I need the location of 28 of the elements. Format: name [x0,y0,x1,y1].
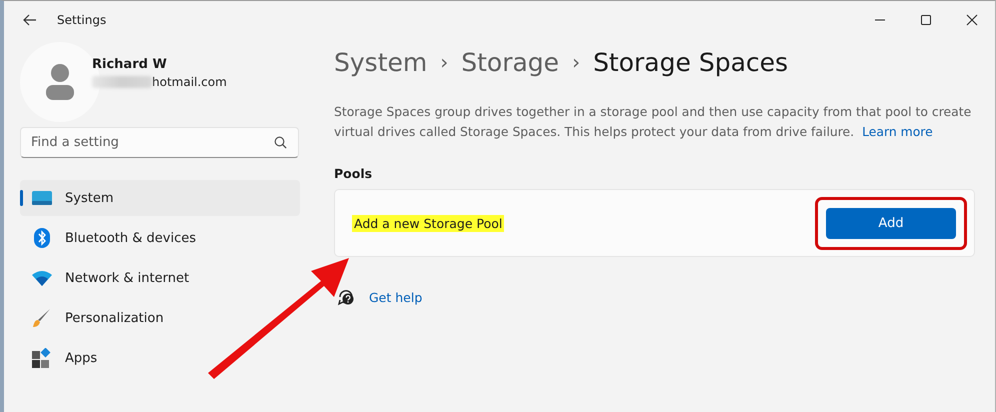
paintbrush-icon [32,308,52,328]
nav-item[interactable]: Personalization [20,300,300,336]
get-help-link[interactable]: Get help [369,290,422,304]
search-icon[interactable] [274,136,287,149]
chevron-icon: › [572,50,580,74]
nav-item[interactable]: Network & internet [20,260,300,296]
monitor-icon [32,190,52,206]
account-email: hotmail.com [152,75,227,89]
back-arrow-icon[interactable] [22,12,38,28]
window-title: Settings [57,13,106,27]
bluetooth-icon [34,228,50,248]
apps-icon [32,348,52,368]
learn-more-link[interactable]: Learn more [862,124,933,139]
search-field[interactable]: Find a setting [20,127,299,158]
chevron-icon: › [440,50,448,74]
description-text: Storage Spaces group drives together in a storage pool and then use capacity from that pool to create virtual drives called Storage Spaces. This helps protect your data from drive failure. Learn more [334,103,972,141]
add-button[interactable]: Add [826,208,956,238]
section-heading: Pools [334,166,374,181]
nav-item[interactable]: Bluetooth & devices [20,220,300,256]
nav-item[interactable]: System [20,180,300,216]
breadcrumb-item[interactable]: Storage [461,48,560,76]
account-name: Richard W [92,57,168,72]
help-icon[interactable] [337,288,355,306]
nav-item[interactable]: Apps [20,340,300,376]
breadcrumb-item: Storage Spaces [593,48,788,76]
pool-label: Add a new Storage Pool [352,214,504,232]
wifi-icon [32,270,52,286]
breadcrumb-item[interactable]: System [334,48,428,76]
